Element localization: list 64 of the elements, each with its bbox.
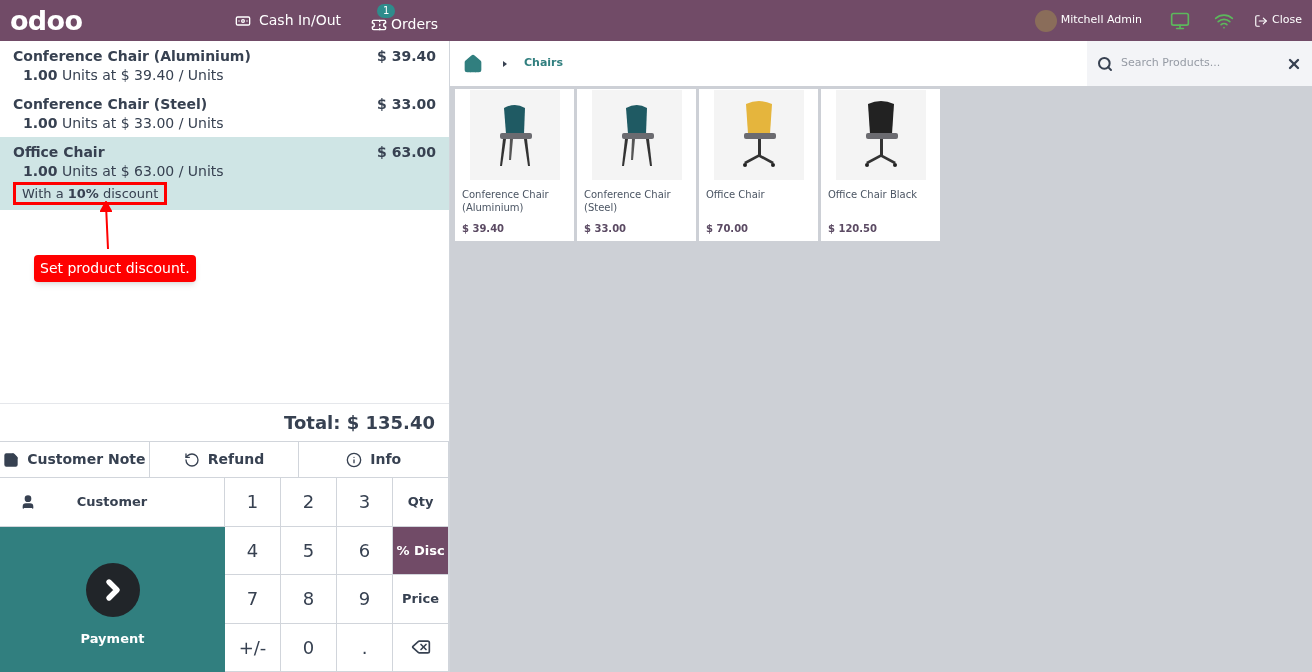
callout-arrow <box>100 201 112 251</box>
numpad-key[interactable]: 0 <box>281 623 337 672</box>
line-price: $ 63.00 <box>377 143 436 162</box>
product-name: Conference Chair (Aluminium) <box>13 47 251 66</box>
cash-in-out-button[interactable]: Cash In/Out <box>235 10 342 31</box>
product-card[interactable]: Conference Chair (Aluminium) $ 39.40 <box>455 89 574 241</box>
monitor-icon[interactable] <box>1170 10 1191 31</box>
product-card-name: Conference Chair (Aluminium) <box>461 188 550 215</box>
product-name: Conference Chair (Steel) <box>13 95 208 114</box>
product-card-name: Conference Chair (Steel) <box>583 188 672 215</box>
product-card-price: $ 33.00 <box>583 222 628 236</box>
note-icon <box>3 451 20 468</box>
info-icon <box>346 451 363 468</box>
orders-count-badge: 1 <box>377 4 396 18</box>
numpad-key[interactable] <box>393 623 449 672</box>
close-button[interactable]: Close <box>1254 12 1302 29</box>
numpad-key[interactable]: 6 <box>337 526 393 575</box>
numpad-key[interactable]: 1 <box>225 478 281 527</box>
home-icon[interactable] <box>463 53 483 74</box>
product-card-price: $ 120.50 <box>827 222 879 236</box>
product-card-name: Office Chair Black <box>827 188 918 202</box>
product-card[interactable]: Office Chair $ 70.00 <box>699 89 818 241</box>
line-price: $ 39.40 <box>377 47 436 66</box>
exit-icon <box>1254 13 1269 28</box>
numpad-key[interactable]: 9 <box>337 575 393 624</box>
orders-button[interactable]: Orders 1 <box>369 2 439 39</box>
numpad-key[interactable]: 4 <box>225 526 281 575</box>
numpad-key[interactable]: 5 <box>281 526 337 575</box>
user-avatar <box>1034 9 1057 32</box>
numpad-key[interactable]: 2 <box>281 478 337 527</box>
numpad-key[interactable]: 8 <box>281 575 337 624</box>
numpad-key[interactable]: 7 <box>225 575 281 624</box>
numpad-key[interactable]: +/- <box>225 623 281 672</box>
person-icon <box>20 493 36 510</box>
user-name: Mitchell Admin <box>1060 12 1143 29</box>
category-breadcrumb[interactable]: Chairs <box>524 55 564 72</box>
control-button[interactable]: Refund <box>149 442 300 477</box>
payment-button[interactable]: Payment <box>0 526 225 672</box>
product-card[interactable]: Conference Chair (Steel) $ 33.00 <box>577 89 696 241</box>
product-card[interactable]: Office Chair Black $ 120.50 <box>821 89 940 241</box>
refund-icon <box>183 451 200 468</box>
search-input[interactable]: Search Products... <box>1121 55 1278 72</box>
search-icon <box>1097 55 1113 72</box>
numpad-key[interactable]: . <box>337 623 393 672</box>
discount-text: With a 10% discount <box>16 185 165 202</box>
product-card-price: $ 70.00 <box>705 222 750 236</box>
product-card-name: Office Chair <box>705 188 766 202</box>
line-quantity-text: 1.00 Units at $ 39.40 / Units <box>22 66 225 84</box>
control-button[interactable]: Customer Note <box>0 442 150 477</box>
line-price: $ 33.00 <box>377 95 436 114</box>
numpad-key[interactable]: Price <box>393 575 449 624</box>
line-quantity-text: 1.00 Units at $ 63.00 / Units <box>22 162 225 180</box>
breadcrumb-caret-icon <box>503 60 507 67</box>
callout-label: Set product discount. <box>34 255 196 282</box>
numpad-key[interactable]: 3 <box>337 478 393 527</box>
search-field[interactable]: Search Products... <box>1087 41 1312 86</box>
numpad-key[interactable]: Qty <box>393 478 449 527</box>
numpad-key[interactable]: % Disc <box>393 526 449 575</box>
product-card-price: $ 39.40 <box>461 222 506 236</box>
control-button[interactable]: Info <box>299 442 449 477</box>
line-quantity-text: 1.00 Units at $ 33.00 / Units <box>22 114 225 132</box>
product-name: Office Chair <box>13 143 105 162</box>
order-total: Total: $ 135.40 <box>284 411 435 435</box>
logo: odoo <box>10 7 84 34</box>
